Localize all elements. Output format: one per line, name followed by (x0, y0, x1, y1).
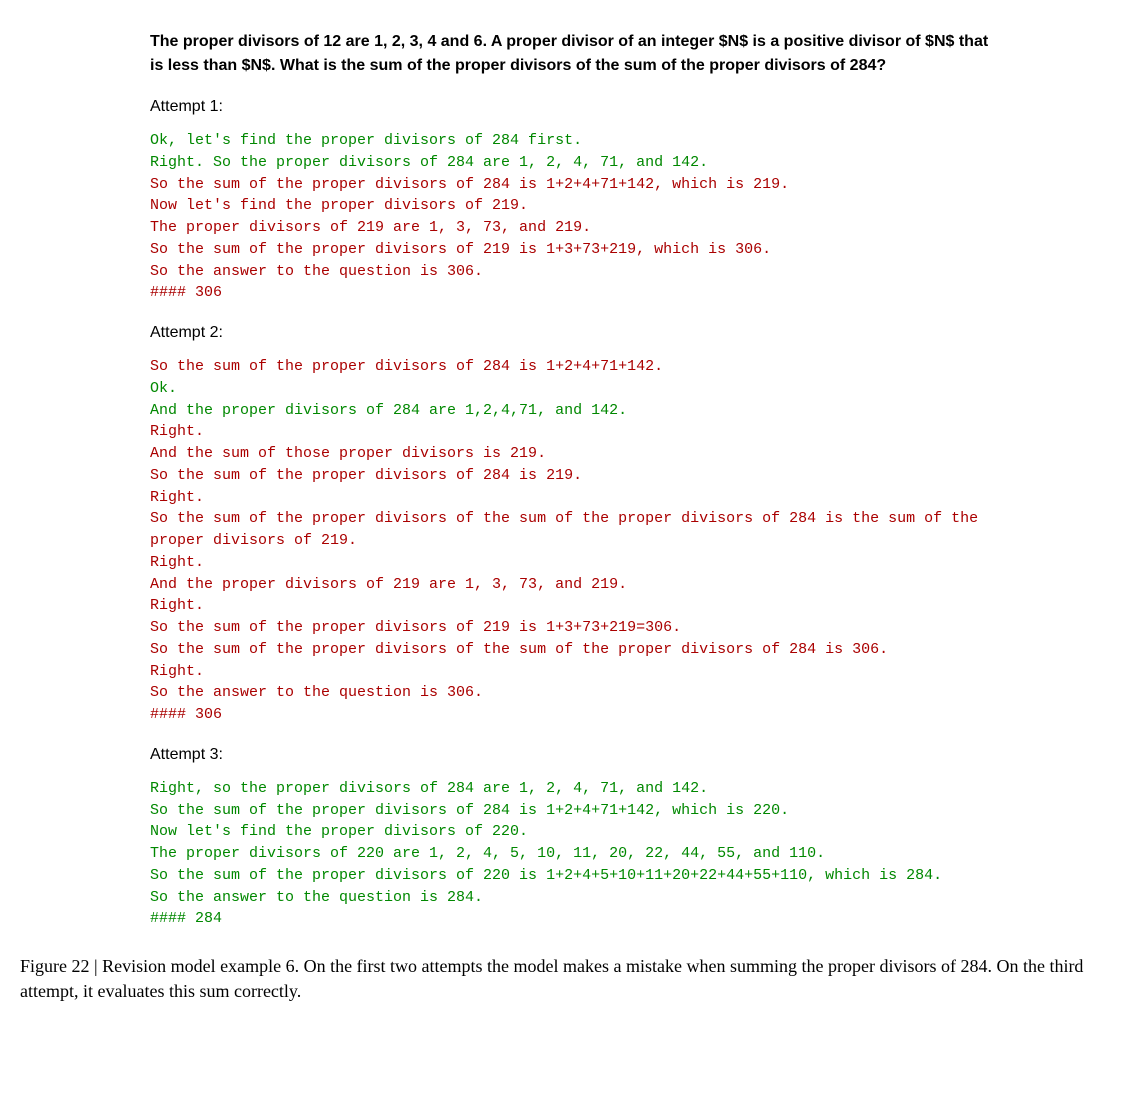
code-line: The proper divisors of 219 are 1, 3, 73,… (150, 219, 591, 236)
code-line: Ok, let's find the proper divisors of 28… (150, 132, 582, 149)
attempt-3-label: Attempt 3: (150, 746, 998, 764)
code-line: So the sum of the proper divisors of 219… (150, 619, 681, 636)
figure-caption: Figure 22 | Revision model example 6. On… (20, 954, 1128, 1004)
code-line: And the sum of those proper divisors is … (150, 445, 546, 462)
code-line: So the sum of the proper divisors of 284… (150, 176, 789, 193)
code-line: The proper divisors of 220 are 1, 2, 4, … (150, 845, 825, 862)
code-line: So the sum of the proper divisors of the… (150, 510, 987, 549)
code-line: Right. So the proper divisors of 284 are… (150, 154, 708, 171)
code-line: Right, so the proper divisors of 284 are… (150, 780, 708, 797)
code-line: Ok. (150, 380, 177, 397)
code-line: Right. (150, 554, 204, 571)
code-line: #### 306 (150, 706, 222, 723)
code-line: So the sum of the proper divisors of the… (150, 641, 888, 658)
question-text: The proper divisors of 12 are 1, 2, 3, 4… (150, 30, 998, 78)
code-line: So the answer to the question is 306. (150, 684, 483, 701)
caption-label: Figure 22 | (20, 956, 102, 976)
code-line: Now let's find the proper divisors of 22… (150, 823, 528, 840)
code-line: And the proper divisors of 284 are 1,2,4… (150, 402, 627, 419)
code-line: And the proper divisors of 219 are 1, 3,… (150, 576, 627, 593)
code-line: So the sum of the proper divisors of 284… (150, 802, 789, 819)
code-line: #### 284 (150, 910, 222, 927)
attempt-1-code: Ok, let's find the proper divisors of 28… (150, 130, 998, 304)
attempt-2-code: So the sum of the proper divisors of 284… (150, 356, 998, 726)
code-line: Right. (150, 489, 204, 506)
attempt-3-code: Right, so the proper divisors of 284 are… (150, 778, 998, 930)
code-line: Right. (150, 597, 204, 614)
code-line: So the sum of the proper divisors of 284… (150, 467, 582, 484)
code-line: So the answer to the question is 284. (150, 889, 483, 906)
code-line: Right. (150, 423, 204, 440)
code-line: So the sum of the proper divisors of 219… (150, 241, 771, 258)
attempt-2-label: Attempt 2: (150, 324, 998, 342)
code-line: So the answer to the question is 306. (150, 263, 483, 280)
attempt-1-label: Attempt 1: (150, 98, 998, 116)
code-line: So the sum of the proper divisors of 220… (150, 867, 942, 884)
caption-text: Revision model example 6. On the first t… (20, 956, 1083, 1001)
code-line: So the sum of the proper divisors of 284… (150, 358, 663, 375)
code-line: Now let's find the proper divisors of 21… (150, 197, 528, 214)
code-line: Right. (150, 663, 204, 680)
code-line: #### 306 (150, 284, 222, 301)
